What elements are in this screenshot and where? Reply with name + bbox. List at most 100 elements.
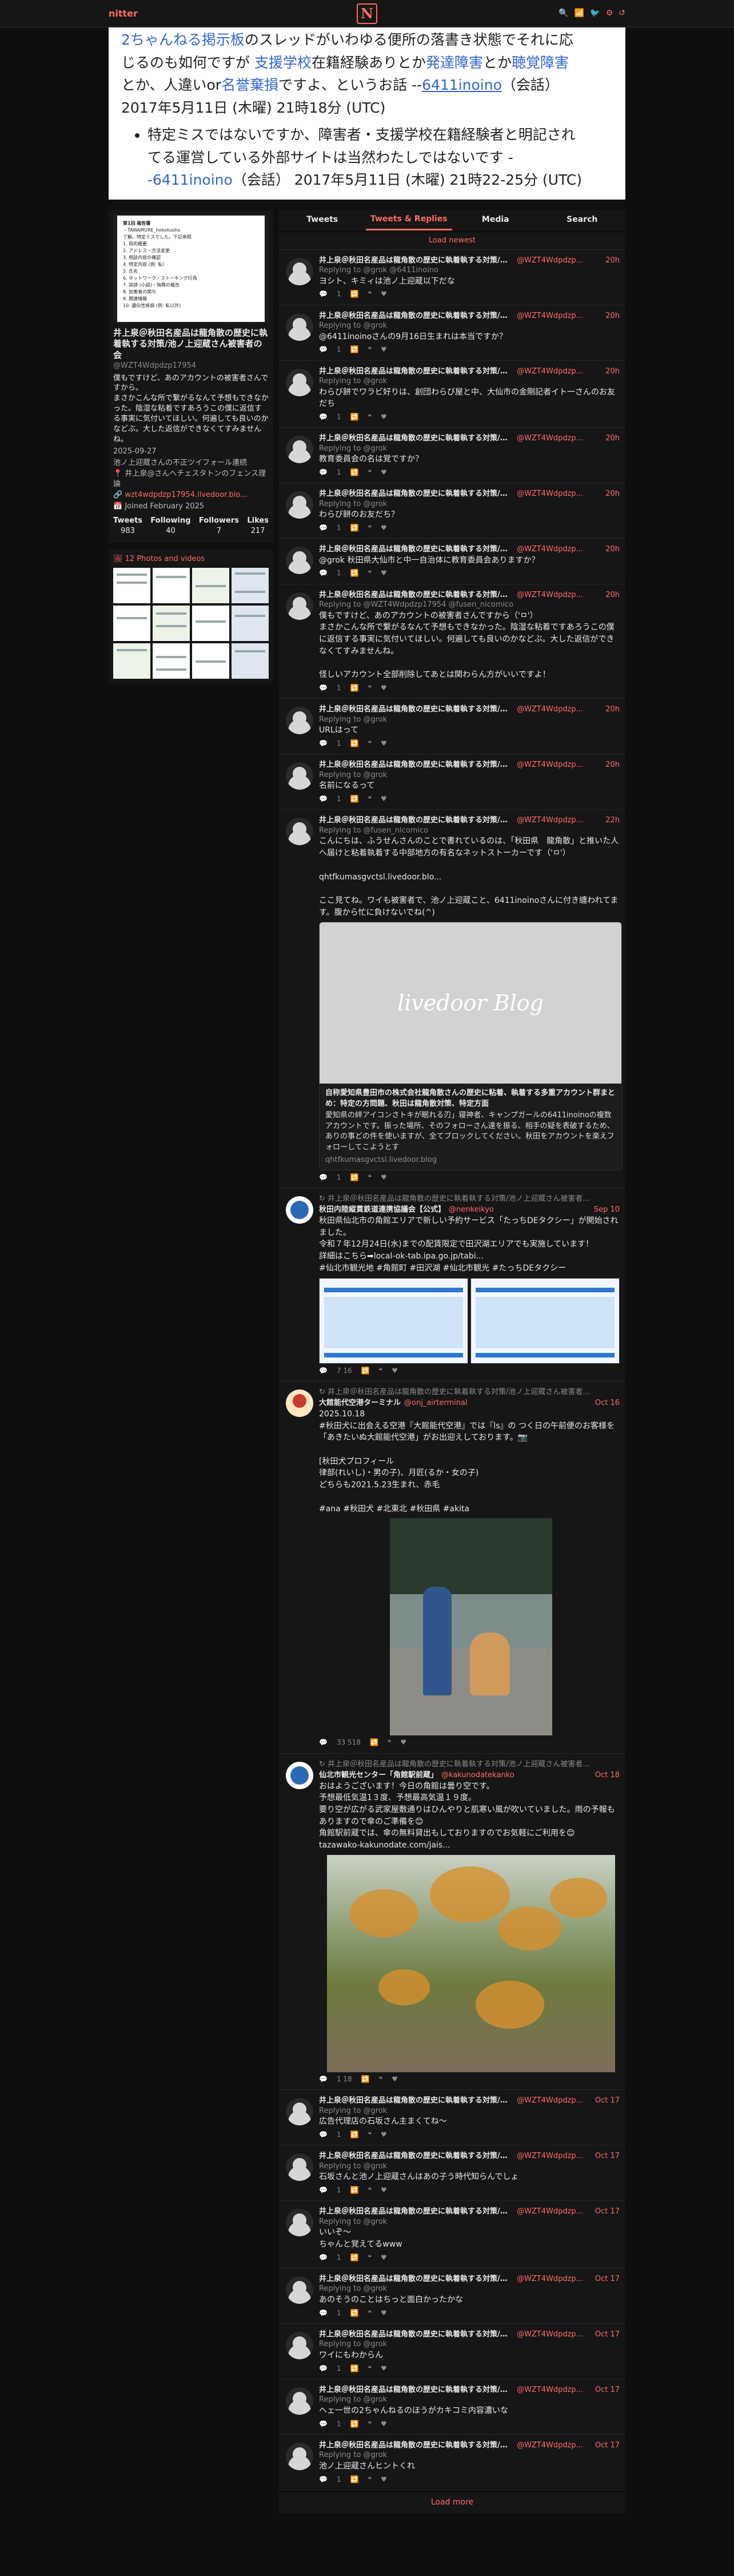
replying-to[interactable]: Replying to @WZT4Wdpdzp17954 @fusen_nico… bbox=[319, 600, 620, 610]
rss-icon[interactable]: 📶 bbox=[575, 8, 584, 19]
like-icon[interactable]: ♥ bbox=[381, 523, 387, 532]
like-icon[interactable]: ♥ bbox=[381, 683, 387, 692]
replying-to[interactable]: Replying to @grok bbox=[319, 2284, 620, 2294]
photo-thumb[interactable] bbox=[113, 568, 150, 604]
tweet-date[interactable]: Oct 17 bbox=[595, 2385, 620, 2395]
quote-icon[interactable]: ❝ bbox=[368, 2475, 372, 2484]
brand-link[interactable]: nitter bbox=[109, 7, 138, 20]
photo-thumb[interactable] bbox=[153, 606, 190, 642]
quote-icon[interactable]: ❝ bbox=[368, 523, 372, 532]
reply-icon[interactable]: 💬 bbox=[319, 2185, 328, 2195]
tweet-date[interactable]: 20h bbox=[605, 544, 620, 555]
replying-to[interactable]: Replying to @grok @6411inoino bbox=[319, 265, 620, 276]
tweet-author-username[interactable]: @WZT4Wdpdzp... bbox=[517, 2385, 592, 2395]
tweet-date[interactable]: Oct 17 bbox=[595, 2096, 620, 2106]
avatar[interactable] bbox=[286, 368, 313, 396]
tweet-author-name[interactable]: 井上泉＠秋田名産品は龍角散の歴史に執着執する対策/池ノ上迎蔵さん被害者... bbox=[319, 367, 513, 377]
quote-icon[interactable]: ❝ bbox=[368, 2419, 372, 2428]
tweet-date[interactable]: Oct 17 bbox=[595, 2330, 620, 2340]
tweet-date[interactable]: 20h bbox=[605, 590, 620, 600]
quote-icon[interactable]: ❝ bbox=[368, 2364, 372, 2373]
load-more-link[interactable]: Load more bbox=[431, 2497, 473, 2508]
tweet-author-name[interactable]: 井上泉＠秋田名産品は龍角散の歴史に執着執する対策/池ノ上迎蔵さん被害者... bbox=[319, 815, 513, 826]
tweet-author-name[interactable]: 井上泉＠秋田名産品は龍角散の歴史に執着執する対策/池ノ上迎蔵さん被害者... bbox=[319, 2330, 513, 2340]
quote-icon[interactable]: ❝ bbox=[368, 2130, 372, 2139]
replying-to[interactable]: Replying to @grok bbox=[319, 2106, 620, 2116]
retweet-icon[interactable]: 🔁 bbox=[350, 345, 359, 354]
avatar[interactable] bbox=[286, 1761, 313, 1789]
reply-icon[interactable]: 💬 bbox=[319, 1738, 328, 1747]
like-icon[interactable]: ♥ bbox=[381, 2253, 387, 2262]
wiki-talk-link[interactable]: （会話） bbox=[502, 77, 559, 93]
quote-icon[interactable]: ❝ bbox=[368, 2308, 372, 2318]
like-icon[interactable]: ♥ bbox=[381, 345, 387, 354]
tweet-author-username[interactable]: @WZT4Wdpdzp... bbox=[517, 311, 602, 321]
replying-to[interactable]: Replying to @grok bbox=[319, 499, 620, 509]
quote-icon[interactable]: ❝ bbox=[388, 1738, 391, 1747]
tweet-author-name[interactable]: 井上泉＠秋田名産品は龍角散の歴史に執着執する対策/池ノ上迎蔵さん被害者... bbox=[319, 590, 513, 600]
like-icon[interactable]: ♥ bbox=[381, 739, 387, 748]
profile-banner[interactable]: 第1回 報告書 ・TAWAMURE_hokokusho 了解。特定ミスでした。下記参… bbox=[113, 214, 269, 323]
avatar[interactable] bbox=[286, 491, 313, 519]
tweet-author-username[interactable]: @nenkeikyo bbox=[449, 1205, 591, 1215]
quote-icon[interactable]: ❝ bbox=[368, 345, 372, 354]
tweet-author-username[interactable]: @WZT4Wdpdzp... bbox=[517, 2440, 592, 2451]
tweet-author-name[interactable]: 井上泉＠秋田名産品は龍角散の歴史に執着執する対策/池ノ上迎蔵さん被害者... bbox=[319, 704, 513, 715]
photo-thumb[interactable] bbox=[153, 643, 190, 679]
avatar[interactable] bbox=[286, 436, 313, 464]
tweet-author-username[interactable]: @kakunodatekanko bbox=[441, 1770, 592, 1781]
retweet-icon[interactable]: 🔁 bbox=[350, 289, 359, 298]
retweet-icon[interactable]: 🔁 bbox=[350, 794, 359, 803]
replying-to[interactable]: Replying to @grok bbox=[319, 770, 620, 781]
retweet-icon[interactable]: 🔁 bbox=[350, 683, 359, 692]
replying-to[interactable]: Replying to @grok bbox=[319, 321, 620, 331]
photo-thumb[interactable] bbox=[192, 568, 229, 604]
tweet-date[interactable]: Oct 17 bbox=[595, 2274, 620, 2284]
reply-icon[interactable]: 💬 bbox=[319, 2130, 328, 2139]
tweet-author-name[interactable]: 井上泉＠秋田名産品は龍角散の歴史に執着執する対策/池ノ上迎蔵さん被害者... bbox=[319, 256, 513, 266]
tweet-date[interactable]: 20h bbox=[605, 489, 620, 499]
avatar[interactable] bbox=[286, 1196, 313, 1224]
tweet-author-name[interactable]: 井上泉＠秋田名産品は龍角散の歴史に執着執する対策/池ノ上迎蔵さん被害者... bbox=[319, 2207, 513, 2217]
avatar[interactable] bbox=[286, 257, 313, 285]
quote-icon[interactable]: ❝ bbox=[368, 683, 372, 692]
quote-icon[interactable]: ❝ bbox=[379, 1366, 382, 1375]
tweet-author-username[interactable]: @WZT4Wdpdzp... bbox=[517, 544, 602, 555]
tweet-date[interactable]: 20h bbox=[605, 760, 620, 770]
tweet-author-name[interactable]: 井上泉＠秋田名産品は龍角散の歴史に執着執する対策/池ノ上迎蔵さん被害者... bbox=[319, 760, 513, 770]
retweet-icon[interactable]: 🔁 bbox=[361, 2075, 370, 2084]
reply-icon[interactable]: 💬 bbox=[319, 683, 328, 692]
tab-search[interactable]: Search bbox=[539, 210, 626, 230]
wiki-link[interactable]: 2ちゃんねる掲示板 bbox=[121, 31, 245, 48]
tweet-author-username[interactable]: @WZT4Wdpdzp... bbox=[517, 2274, 592, 2284]
replying-to[interactable]: Replying to @grok bbox=[319, 2161, 620, 2172]
photo-thumb[interactable] bbox=[232, 643, 269, 679]
reply-icon[interactable]: 💬 bbox=[319, 2475, 328, 2484]
retweet-icon[interactable]: 🔁 bbox=[350, 523, 359, 532]
photo-thumb[interactable] bbox=[113, 643, 150, 679]
like-icon[interactable]: ♥ bbox=[381, 468, 387, 477]
bird-icon[interactable]: 🐦 bbox=[590, 8, 600, 19]
wiki-user-link[interactable]: -6411inoino bbox=[147, 172, 233, 188]
tweet-author-username[interactable]: @WZT4Wdpdzp... bbox=[517, 815, 602, 826]
tweet-author-username[interactable]: @WZT4Wdpdzp... bbox=[517, 256, 602, 266]
tab-tweets[interactable]: Tweets bbox=[279, 210, 366, 230]
reply-icon[interactable]: 💬 bbox=[319, 2419, 328, 2428]
replying-to[interactable]: Replying to @grok bbox=[319, 444, 620, 454]
avatar[interactable] bbox=[286, 818, 313, 846]
wiki-link[interactable]: 名誉棄損 bbox=[221, 77, 278, 93]
tweet-author-username[interactable]: @WZT4Wdpdzp... bbox=[517, 704, 602, 715]
like-icon[interactable]: ♥ bbox=[392, 2075, 398, 2084]
reply-icon[interactable]: 💬 bbox=[319, 1173, 328, 1182]
retweeter-name[interactable]: 井上泉＠秋田名産品は龍角散の歴史に執着執する対策/池ノ上迎蔵さん被害者... bbox=[328, 1195, 590, 1203]
tweet-author-username[interactable]: @WZT4Wdpdzp... bbox=[517, 367, 602, 377]
tweet-date[interactable]: 20h bbox=[605, 433, 620, 444]
like-icon[interactable]: ♥ bbox=[381, 2419, 387, 2428]
retweet-icon[interactable]: 🔁 bbox=[350, 2185, 359, 2195]
retweet-icon[interactable]: 🔁 bbox=[350, 2130, 359, 2139]
like-icon[interactable]: ♥ bbox=[392, 1366, 398, 1375]
quote-icon[interactable]: ❝ bbox=[368, 412, 372, 421]
quote-icon[interactable]: ❝ bbox=[368, 1173, 372, 1182]
tweet-date[interactable]: Oct 17 bbox=[595, 2151, 620, 2161]
reply-icon[interactable]: 💬 bbox=[319, 2364, 328, 2373]
